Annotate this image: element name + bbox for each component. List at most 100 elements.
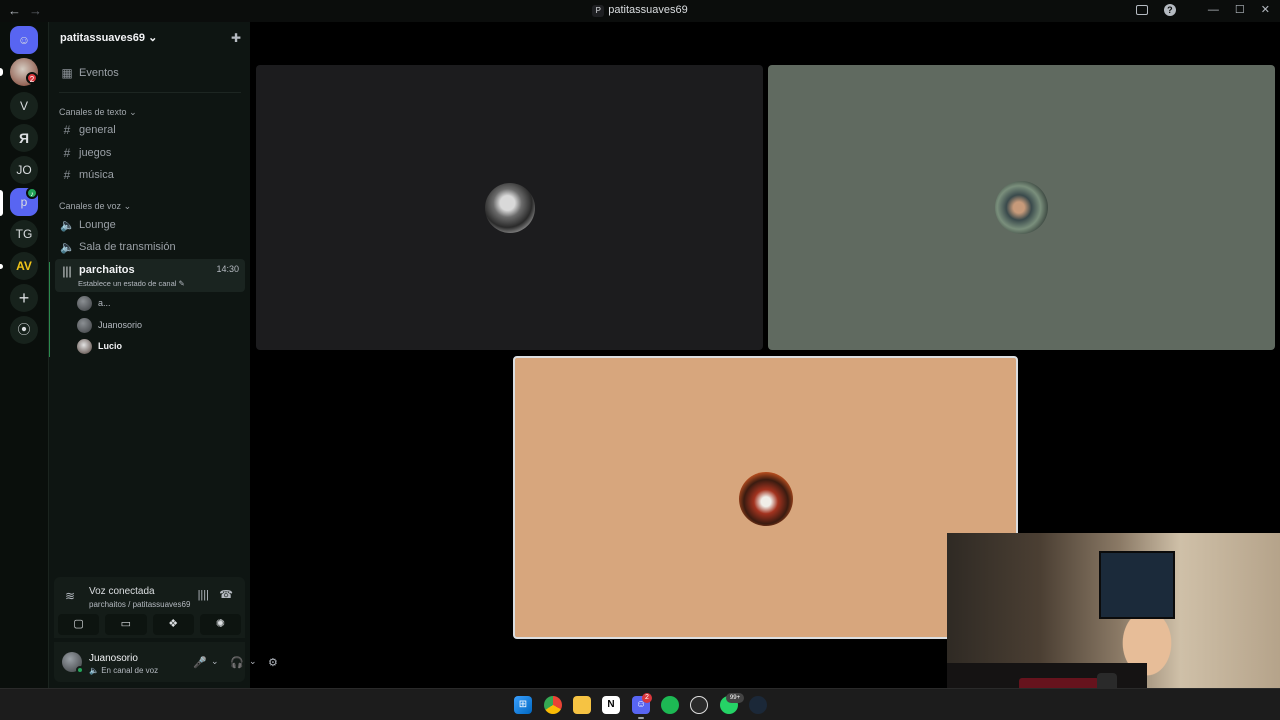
voice-connector-line	[49, 262, 50, 357]
user-panel: Juanosorio 🔈 En canal de voz 🎤 ⌄ 🎧 ⌄ ⚙	[54, 642, 278, 682]
share-screen-button[interactable]: ▭	[105, 614, 147, 635]
participant-tile[interactable]	[256, 65, 763, 350]
text-category[interactable]: Canales de texto ⌄	[59, 107, 137, 118]
voice-actions: ▢ ▭ ❖ ✺	[54, 614, 245, 638]
avatar	[77, 317, 92, 333]
events-link[interactable]: ▦ Eventos	[55, 62, 245, 84]
participant-tile[interactable]	[768, 65, 1275, 350]
server-name: patitassuaves69 ⌄	[60, 31, 157, 44]
taskbar: ⊞ N ☺ 2 99+	[0, 688, 1280, 720]
member-name: Lucio	[98, 341, 122, 351]
window-title-text: patitassuaves69	[608, 4, 688, 16]
notion-icon[interactable]: N	[602, 696, 620, 714]
unread-pill	[0, 68, 3, 76]
whatsapp-badge: 99+	[726, 693, 744, 703]
participant-avatar	[485, 183, 535, 233]
pencil-icon: ✎	[178, 279, 185, 288]
participant-avatar	[995, 181, 1048, 234]
github-icon[interactable]	[690, 696, 708, 714]
explore-compass-icon[interactable]: ⦿	[10, 316, 38, 344]
avatar	[77, 295, 92, 311]
channel-general[interactable]: # general	[55, 119, 245, 141]
server-rail: ☺ 2 V Я JO p ♪ TG AV + ⦿	[0, 22, 48, 688]
channel-juegos[interactable]: # juegos	[55, 142, 245, 164]
server-tg[interactable]: TG	[10, 220, 38, 248]
channel-label: Lounge	[79, 219, 116, 231]
voice-channel-sala[interactable]: 🔈 Sala de transmisión	[55, 236, 245, 258]
microphone-icon[interactable]: 🎤	[193, 656, 207, 669]
chevron-down-icon: ⌄	[148, 32, 158, 44]
channel-label: música	[79, 169, 114, 181]
voice-channel-lounge[interactable]: 🔈 Lounge	[55, 214, 245, 236]
add-server-icon[interactable]: +	[10, 284, 38, 312]
voice-member[interactable]: a...	[77, 294, 111, 312]
channel-label: parchaitos	[79, 264, 135, 276]
server-header[interactable]: patitassuaves69 ⌄ ✚	[49, 22, 251, 54]
channel-musica[interactable]: # música	[55, 164, 245, 186]
hash-icon: #	[63, 123, 71, 137]
discord-badge: 2	[642, 693, 652, 703]
active-server-pill	[0, 190, 3, 216]
server-jo[interactable]: JO	[10, 156, 38, 184]
channel-sidebar: patitassuaves69 ⌄ ✚ ▦ Eventos Canales de…	[48, 22, 278, 688]
online-status-dot	[76, 666, 84, 674]
discord-home-icon[interactable]: ☺	[10, 26, 38, 54]
title-bar: ← → Ppatitassuaves69 ? — ☐ ✕	[0, 0, 1280, 22]
avatar[interactable]	[62, 652, 84, 674]
gear-icon[interactable]: ⚙	[268, 656, 278, 669]
windows-start-icon[interactable]: ⊞	[514, 696, 532, 714]
chrome-icon[interactable]	[544, 696, 562, 714]
user-status-text: En canal de voz	[101, 666, 159, 675]
activities-button[interactable]: ❖	[152, 614, 194, 635]
invite-people-icon[interactable]: ✚	[231, 31, 241, 45]
sidebar-divider	[59, 92, 241, 93]
window-controls: ? — ☐ ✕	[1135, 3, 1270, 16]
webcam-monitor	[1099, 551, 1175, 619]
disconnect-icon[interactable]: ☎	[219, 588, 233, 601]
steam-icon[interactable]	[749, 696, 767, 714]
hash-icon: #	[63, 146, 71, 160]
server-logo-team[interactable]: Я	[10, 124, 38, 152]
maximize-icon[interactable]: ☐	[1235, 3, 1245, 16]
voice-member[interactable]: Juanosorio	[77, 316, 142, 334]
noise-suppression-icon[interactable]: ||||	[198, 589, 209, 601]
headphones-icon[interactable]: 🎧	[230, 656, 244, 669]
server-mini-icon: P	[592, 5, 605, 17]
channel-label: general	[79, 124, 116, 136]
server-av-logo[interactable]: AV	[10, 252, 38, 280]
server-v[interactable]: V	[10, 92, 38, 120]
chevron-down-icon[interactable]: ⌄	[249, 656, 257, 667]
hash-icon: #	[63, 168, 71, 182]
close-icon[interactable]: ✕	[1261, 3, 1270, 16]
events-label: Eventos	[79, 67, 119, 79]
channel-label: juegos	[79, 147, 112, 159]
chevron-down-icon: ⌄	[123, 201, 132, 211]
window-title: Ppatitassuaves69	[0, 4, 1280, 17]
member-name: a...	[98, 298, 111, 308]
voice-channel-path[interactable]: parchaitos / patitassuaves69	[89, 600, 190, 609]
speaker-icon: 🔈	[60, 218, 75, 232]
help-icon[interactable]: ?	[1163, 3, 1176, 16]
chevron-down-icon: ⌄	[129, 107, 137, 117]
voice-category-label: Canales de voz	[59, 201, 122, 211]
voice-category[interactable]: Canales de voz ⌄	[59, 201, 131, 212]
signal-icon[interactable]: ≋	[65, 589, 75, 603]
file-explorer-icon[interactable]	[573, 696, 591, 714]
chevron-down-icon[interactable]: ⌄	[211, 656, 219, 667]
inbox-icon[interactable]	[1135, 4, 1148, 15]
calendar-icon: ▦	[61, 66, 73, 80]
voice-member[interactable]: Lucio	[77, 337, 122, 355]
dm-badge: 2	[26, 72, 38, 84]
avatar	[77, 338, 92, 354]
spotify-icon[interactable]	[661, 696, 679, 714]
soundboard-button[interactable]: ✺	[199, 614, 241, 635]
discord-window: ← → Ppatitassuaves69 ? — ☐ ✕ ☺ 2 V Я JO …	[0, 0, 1280, 720]
user-name[interactable]: Juanosorio	[89, 653, 138, 664]
minimize-icon[interactable]: —	[1208, 4, 1219, 16]
voice-timer: 14:30	[216, 264, 239, 274]
voice-state: Voz conectada	[89, 586, 155, 597]
member-name: Juanosorio	[98, 320, 143, 330]
camera-off-button[interactable]: ▢	[58, 614, 100, 635]
channel-status[interactable]: Establece un estado de canal ✎	[78, 279, 185, 288]
participant-tile-speaking[interactable]	[513, 356, 1018, 639]
